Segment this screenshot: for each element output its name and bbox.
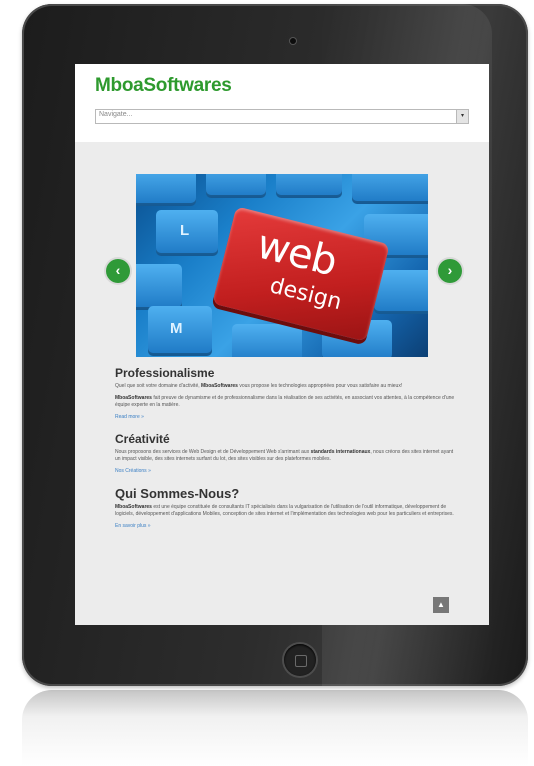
text-bold: MboaSoftwares: [201, 383, 238, 389]
content-area: Professionalisme Quel que soit votre dom…: [115, 366, 455, 541]
chevron-down-icon[interactable]: ▾: [456, 110, 468, 123]
key-letter: L: [180, 222, 190, 239]
slider-headline-web: web: [252, 221, 341, 286]
section-heading: Qui Sommes-Nous?: [115, 486, 240, 501]
home-button[interactable]: [284, 644, 316, 676]
slider-headline-design: design: [267, 273, 345, 316]
arrow-up-icon: ▲: [437, 600, 445, 609]
site-header: MboaSoftwares Navigate... ▾: [75, 64, 489, 142]
scroll-to-top-button[interactable]: ▲: [433, 597, 449, 613]
text-run: est une équipe constituée de consultants…: [115, 504, 454, 517]
text-bold: MboaSoftwares: [115, 504, 152, 510]
navigate-select-value: Navigate...: [99, 111, 133, 118]
keyboard-key: M: [148, 306, 212, 356]
camera-icon: [290, 38, 296, 44]
keyboard-key: [136, 264, 182, 310]
chevron-left-icon: ‹: [115, 262, 121, 278]
section-paragraph: Quel que soit votre domaine d'activité, …: [115, 383, 455, 390]
site-logo[interactable]: MboaSoftwares: [95, 75, 232, 97]
slider-image: L M web design: [136, 174, 428, 357]
text-run: Quel que soit votre domaine d'activité,: [115, 383, 202, 389]
keyboard-key: [136, 174, 196, 206]
text-run: vous propose les technologies appropriée…: [237, 383, 403, 389]
section-paragraph: MboaSoftwares est une équipe constituée …: [115, 504, 455, 518]
keyboard-key: L: [156, 210, 218, 256]
keyboard-key: [374, 270, 428, 314]
tablet-screen: MboaSoftwares Navigate... ▾ L M web desi…: [75, 64, 489, 625]
text-bold: MboaSoftwares: [115, 395, 152, 401]
slider-prev-button[interactable]: ‹: [106, 259, 130, 283]
read-more-link[interactable]: Read more »: [115, 414, 455, 421]
keyboard-key: [276, 174, 342, 198]
nos-creations-link[interactable]: Nos Créations »: [115, 468, 455, 475]
section-qui-sommes-nous: Qui Sommes-Nous? MboaSoftwares est une é…: [115, 486, 455, 530]
text-bold: standards internationaux: [310, 449, 371, 455]
keyboard-key: [206, 174, 266, 198]
keyboard-key: [352, 174, 428, 204]
keyboard-key: [232, 324, 302, 357]
text-run: fait preuve de dynamisme et de professio…: [115, 395, 455, 408]
key-letter: M: [170, 320, 183, 337]
text-run: Nous proposons des services de Web Desig…: [115, 449, 311, 455]
section-paragraph: Nous proposons des services de Web Desig…: [115, 449, 455, 463]
en-savoir-plus-link[interactable]: En savoir plus »: [115, 523, 455, 530]
slider-next-button[interactable]: ›: [438, 259, 462, 283]
section-heading: Créativité: [115, 432, 170, 446]
chevron-right-icon: ›: [447, 262, 453, 278]
section-heading: Professionalisme: [115, 366, 215, 380]
tablet-reflection: [22, 690, 528, 766]
navigate-select[interactable]: Navigate... ▾: [95, 109, 469, 124]
home-square-icon: [295, 655, 307, 667]
section-creativite: Créativité Nous proposons des services d…: [115, 432, 455, 475]
section-professionalisme: Professionalisme Quel que soit votre dom…: [115, 366, 455, 421]
section-paragraph: MboaSoftwares fait preuve de dynamisme e…: [115, 395, 455, 409]
